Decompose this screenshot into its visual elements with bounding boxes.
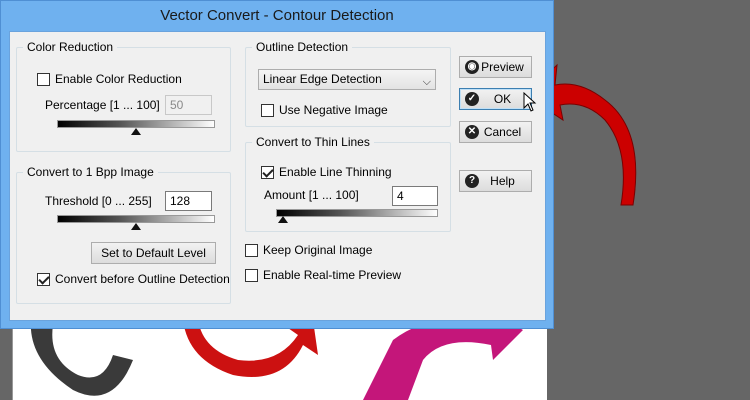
color-reduction-group: Color Reduction Enable Color Reduction P… bbox=[16, 40, 231, 152]
close-icon: ✕ bbox=[465, 125, 479, 139]
outline-detection-group: Outline Detection Linear Edge Detection … bbox=[245, 40, 451, 127]
set-default-level-button[interactable]: Set to Default Level bbox=[91, 242, 216, 264]
amount-input[interactable] bbox=[392, 186, 438, 206]
percentage-slider-track[interactable] bbox=[57, 120, 215, 128]
help-button-label: Help bbox=[490, 174, 515, 188]
eye-icon: ◉ bbox=[465, 60, 479, 74]
keep-original-image-label: Keep Original Image bbox=[263, 243, 373, 257]
dialog-client-area: Color Reduction Enable Color Reduction P… bbox=[9, 31, 546, 321]
question-icon: ? bbox=[465, 174, 479, 188]
convert-before-outline-label: Convert before Outline Detection bbox=[55, 272, 230, 286]
amount-slider-thumb[interactable] bbox=[278, 216, 288, 223]
convert-before-outline-checkbox[interactable] bbox=[37, 273, 50, 286]
threshold-input[interactable] bbox=[165, 191, 212, 211]
group-title: Convert to Thin Lines bbox=[252, 135, 374, 150]
preview-button[interactable]: ◉ Preview bbox=[459, 56, 532, 78]
amount-label: Amount [1 ... 100] bbox=[264, 188, 359, 202]
threshold-slider-thumb[interactable] bbox=[131, 223, 141, 230]
threshold-label: Threshold [0 ... 255] bbox=[45, 194, 152, 208]
enable-realtime-preview-checkbox[interactable] bbox=[245, 269, 258, 282]
enable-color-reduction-label: Enable Color Reduction bbox=[55, 72, 182, 86]
ok-button[interactable]: ✓ OK bbox=[459, 88, 532, 110]
keep-original-image-checkbox[interactable] bbox=[245, 244, 258, 257]
enable-color-reduction-checkbox[interactable] bbox=[37, 73, 50, 86]
ok-button-label: OK bbox=[493, 92, 512, 106]
mouse-pointer-icon bbox=[523, 92, 537, 112]
help-button[interactable]: ? Help bbox=[459, 170, 532, 192]
contour-detection-dialog: Vector Convert - Contour Detection Color… bbox=[0, 0, 554, 329]
outline-method-value: Linear Edge Detection bbox=[263, 72, 382, 86]
checkmark-icon: ✓ bbox=[465, 92, 479, 106]
cancel-button[interactable]: ✕ Cancel bbox=[459, 121, 532, 143]
enable-line-thinning-checkbox[interactable] bbox=[261, 166, 274, 179]
threshold-slider-track[interactable] bbox=[57, 215, 215, 223]
enable-line-thinning-label: Enable Line Thinning bbox=[279, 165, 392, 179]
outline-method-select[interactable]: Linear Edge Detection ⌵ bbox=[258, 69, 436, 90]
window-title: Vector Convert - Contour Detection bbox=[160, 7, 394, 24]
convert-1bpp-group: Convert to 1 Bpp Image Threshold [0 ... … bbox=[16, 165, 231, 304]
group-title: Convert to 1 Bpp Image bbox=[23, 165, 158, 180]
percentage-slider-thumb[interactable] bbox=[131, 128, 141, 135]
use-negative-image-checkbox[interactable] bbox=[261, 104, 274, 117]
percentage-label: Percentage [1 ... 100] bbox=[45, 98, 160, 112]
thin-lines-group: Convert to Thin Lines Enable Line Thinni… bbox=[245, 135, 451, 232]
chevron-down-icon: ⌵ bbox=[422, 76, 431, 88]
enable-realtime-preview-label: Enable Real-time Preview bbox=[263, 268, 402, 282]
amount-slider-track[interactable] bbox=[276, 209, 438, 217]
group-title: Color Reduction bbox=[23, 40, 118, 55]
use-negative-image-label: Use Negative Image bbox=[279, 103, 388, 117]
group-title: Outline Detection bbox=[252, 40, 353, 55]
percentage-input[interactable] bbox=[165, 95, 212, 115]
